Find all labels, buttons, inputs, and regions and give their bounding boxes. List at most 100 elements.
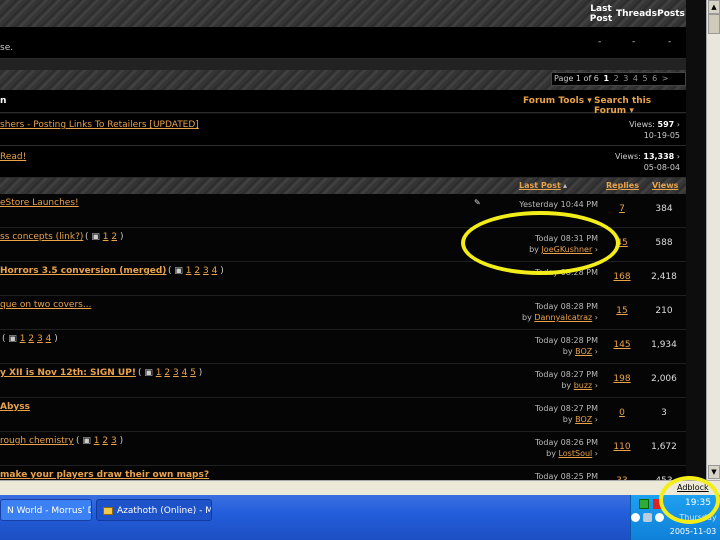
thread-title[interactable]: que on two covers... bbox=[0, 300, 91, 310]
thread-page-link[interactable]: 1 bbox=[20, 334, 26, 344]
multipage-icon: ▣ bbox=[174, 266, 186, 276]
page-link[interactable]: 5 bbox=[642, 74, 647, 83]
thread-page-link[interactable]: 2 bbox=[164, 368, 170, 378]
thread-title[interactable]: rough chemistry bbox=[0, 436, 74, 446]
divider bbox=[0, 59, 686, 70]
forum-tools-menu[interactable]: Forum Tools ▾ bbox=[523, 96, 592, 106]
goto-last-post-icon[interactable]: › bbox=[592, 381, 598, 390]
multipage-icon: ▣ bbox=[144, 368, 156, 378]
thread-page-link[interactable]: 1 bbox=[94, 436, 100, 446]
views-label: Views: bbox=[629, 120, 655, 129]
thread-page-link[interactable]: 3 bbox=[37, 334, 43, 344]
last-post-user[interactable]: Dannyalcatraz bbox=[534, 313, 592, 322]
last-post-user[interactable]: BOZ bbox=[575, 347, 592, 356]
scroll-up-button[interactable]: ▲ bbox=[708, 0, 720, 14]
last-post-by: by bbox=[562, 347, 573, 356]
thread-page-link[interactable]: 3 bbox=[111, 436, 117, 446]
security-icon[interactable] bbox=[655, 513, 664, 522]
goto-last-post-icon[interactable]: › bbox=[592, 347, 598, 356]
thread-page-link[interactable]: 2 bbox=[194, 266, 200, 276]
thread-replies[interactable]: 110 bbox=[604, 442, 640, 452]
goto-last-post-icon[interactable]: › bbox=[592, 449, 598, 458]
page-link[interactable]: 6 bbox=[652, 74, 657, 83]
announcement-title[interactable]: Read! bbox=[0, 152, 26, 162]
goto-last-post-icon[interactable]: › bbox=[592, 313, 598, 322]
thread-row: que on two covers... Today 08:28 PM by Dan… bbox=[0, 296, 686, 330]
thread-replies[interactable]: 198 bbox=[604, 374, 640, 384]
last-post-time: Today 08:27 PM bbox=[534, 370, 598, 379]
thread-pages: ( ▣ 1 2 3 ) bbox=[76, 436, 124, 446]
thread-replies[interactable]: 0 bbox=[604, 408, 640, 418]
page-link[interactable]: 2 bbox=[614, 74, 619, 83]
last-post-by: by bbox=[522, 313, 532, 322]
last-post-time: Today 08:26 PM bbox=[534, 438, 598, 447]
forum-section-header: n Forum Tools ▾ Search this Forum ▾ bbox=[0, 90, 686, 116]
taskbar-button[interactable]: Azathoth (Online) - M... bbox=[96, 499, 212, 521]
search-forum-label: Search this Forum bbox=[594, 96, 652, 116]
last-post-time: Today 08:25 PM bbox=[534, 472, 598, 480]
views-count: 13,338 bbox=[643, 152, 675, 161]
chevron-down-icon: ▾ bbox=[587, 96, 592, 106]
scroll-thumb[interactable] bbox=[708, 14, 720, 34]
announcement-title[interactable]: shers - Posting Links To Retailers [UPDA… bbox=[0, 120, 199, 130]
last-post-user[interactable]: buzz bbox=[574, 381, 593, 390]
thread-replies[interactable]: 168 bbox=[604, 272, 640, 282]
thread-replies[interactable]: 15 bbox=[604, 306, 640, 316]
thread-row: make your players draw their own maps? To… bbox=[0, 466, 686, 480]
thread-title[interactable]: ss concepts (link?) bbox=[0, 232, 83, 242]
last-post-user[interactable]: BOZ bbox=[575, 415, 592, 424]
thread-last-post: Today 08:28 PM by BOZ › bbox=[535, 335, 598, 357]
thread-page-link[interactable]: 5 bbox=[190, 368, 196, 378]
thread-page-link[interactable]: 3 bbox=[203, 266, 209, 276]
arrow-icon: › bbox=[676, 152, 680, 161]
paperclip-icon: ✎ bbox=[474, 198, 481, 207]
thread-page-link[interactable]: 4 bbox=[46, 334, 52, 344]
last-post-time: Today 08:28 PM bbox=[534, 302, 598, 311]
thread-page-link[interactable]: 2 bbox=[111, 232, 117, 242]
thread-replies[interactable]: 7 bbox=[604, 204, 640, 214]
speaker-icon[interactable] bbox=[643, 513, 652, 522]
next-page-link[interactable]: > bbox=[662, 74, 669, 83]
forum-table-header: Last Post Threads Posts bbox=[0, 0, 686, 27]
last-post-user[interactable]: LostSoul bbox=[558, 449, 592, 458]
pagination: Page 1 of 6 1 2 3 4 5 6 > bbox=[551, 72, 686, 86]
thread-title[interactable]: make your players draw their own maps? bbox=[0, 470, 209, 480]
page-link[interactable]: 3 bbox=[623, 74, 628, 83]
announcement-meta: Views: 597 › 10-19-05 bbox=[629, 119, 680, 141]
thread-page-link[interactable]: 4 bbox=[212, 266, 218, 276]
thread-replies[interactable]: 145 bbox=[604, 340, 640, 350]
taskbar-button[interactable]: N World - Morrus' D... bbox=[0, 499, 92, 521]
thread-title[interactable]: Horrors 3.5 conversion (merged) bbox=[0, 266, 166, 276]
thread-title[interactable]: Abyss bbox=[0, 402, 30, 412]
sort-last-post-link[interactable]: Last Post bbox=[519, 181, 561, 190]
thread-page-link[interactable]: 1 bbox=[103, 232, 109, 242]
thread-page-link[interactable]: 2 bbox=[28, 334, 34, 344]
thread-page-link[interactable]: 2 bbox=[102, 436, 108, 446]
goto-last-post-icon[interactable]: › bbox=[592, 415, 598, 424]
thread-last-post: Today 08:26 PM by LostSoul › bbox=[535, 437, 598, 459]
thread-views: 1,934 bbox=[651, 340, 677, 350]
forum-threads: - bbox=[632, 37, 636, 47]
scroll-down-button[interactable]: ▼ bbox=[708, 465, 720, 479]
thread-page-link[interactable]: 4 bbox=[182, 368, 188, 378]
thread-title[interactable]: y XII is Nov 12th: SIGN UP! bbox=[0, 368, 136, 378]
search-forum-menu[interactable]: Search this Forum ▾ bbox=[594, 96, 686, 116]
thread-views: 210 bbox=[655, 306, 673, 316]
page-link[interactable]: 4 bbox=[633, 74, 638, 83]
last-post-time: Today 08:27 PM bbox=[534, 404, 598, 413]
thread-page-link[interactable]: 3 bbox=[173, 368, 179, 378]
sort-views-link[interactable]: Views bbox=[652, 181, 678, 190]
sort-replies-link[interactable]: Replies bbox=[606, 181, 639, 190]
back-icon[interactable] bbox=[631, 513, 640, 522]
thread-pages: ( ▣ 1 2 3 4 ) bbox=[168, 266, 224, 276]
page-current: 1 bbox=[603, 74, 610, 83]
posts-header: Posts bbox=[657, 9, 685, 19]
thread-last-post: Today 08:25 PM bbox=[535, 471, 598, 480]
vertical-scrollbar[interactable]: ▲ ▼ bbox=[706, 0, 720, 480]
sort-arrow-icon: ▴ bbox=[563, 181, 568, 190]
network-icon[interactable] bbox=[639, 499, 649, 509]
thread-page-link[interactable]: 1 bbox=[156, 368, 162, 378]
browser-statusbar: Adblock bbox=[0, 480, 720, 495]
thread-title[interactable]: eStore Launches! bbox=[0, 198, 79, 208]
thread-page-link[interactable]: 1 bbox=[186, 266, 192, 276]
